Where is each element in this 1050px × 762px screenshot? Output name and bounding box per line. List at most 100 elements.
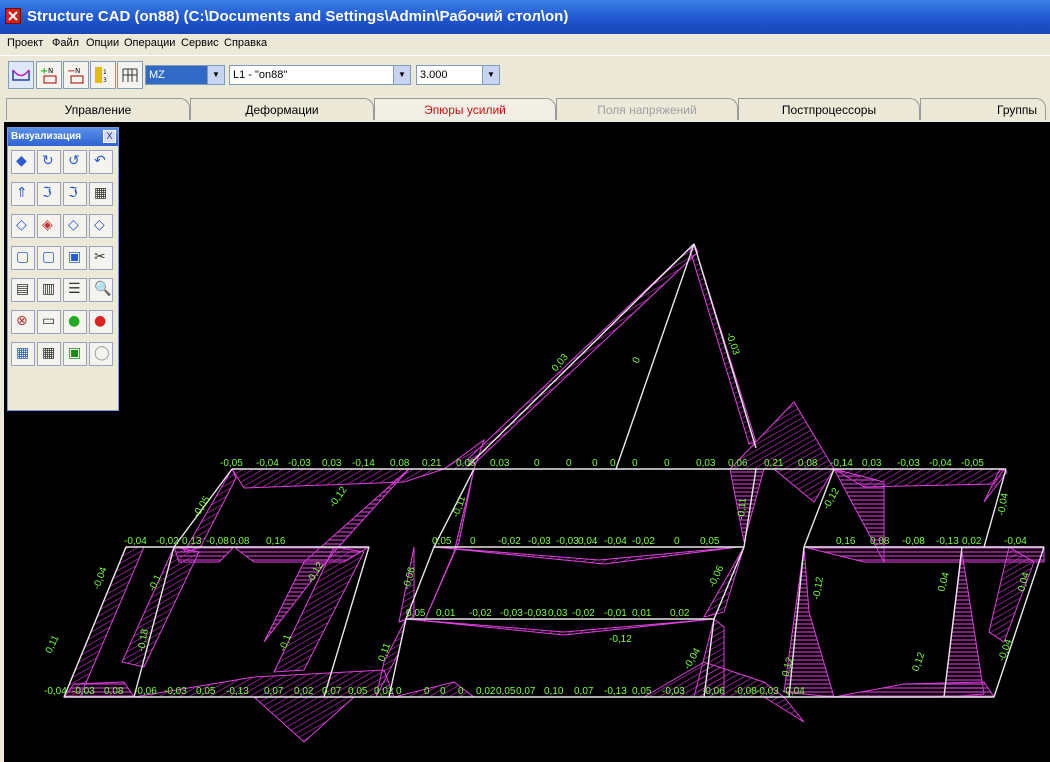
- app-icon[interactable]: [5, 8, 21, 24]
- row-mid-label: -0,02: [498, 536, 521, 547]
- load-select[interactable]: L1 - "on88" ▼: [229, 65, 411, 85]
- palette-button-26[interactable]: ▦: [37, 342, 61, 366]
- diagram-icon: [12, 69, 30, 81]
- palette-button-16[interactable]: ✂: [89, 246, 113, 270]
- row-mid-label: -0,03: [556, 536, 579, 547]
- tab-force-diagrams[interactable]: Эпюры усилий: [374, 98, 556, 120]
- diagonal-member-label: -0,12: [327, 484, 349, 509]
- palette-button-21[interactable]: ⊗: [11, 310, 35, 334]
- factor-select[interactable]: MZ ▼: [145, 65, 225, 85]
- grid-icon: [122, 68, 138, 82]
- chevron-down-icon[interactable]: ▼: [207, 66, 224, 84]
- rotate-z-icon: ↶: [94, 153, 106, 169]
- palette-button-10[interactable]: ◈: [37, 214, 61, 238]
- add-node-button[interactable]: + N: [36, 61, 62, 89]
- beam-bottom-diagram-5: [762, 696, 805, 723]
- palette-button-14[interactable]: ▢: [37, 246, 61, 270]
- scale-select[interactable]: 3.000 ▼: [416, 65, 500, 85]
- diagonal-member-label: -0,11: [736, 497, 749, 520]
- row-bottom-label: 0,05: [496, 686, 516, 697]
- tab-control[interactable]: Управление: [6, 98, 190, 120]
- palette-title: Визуализация: [8, 128, 118, 146]
- palette-button-20[interactable]: 🔍: [89, 278, 113, 302]
- palette-button-9[interactable]: ◇: [11, 214, 35, 238]
- layout-icon: ▤: [16, 281, 30, 297]
- palette-button-3[interactable]: ↺: [63, 150, 87, 174]
- frame-diagram: -0,05 -0,04 -0,03 0,03 -0,14 0,08 0,21 0,06 0,03…: [44, 242, 1045, 743]
- beam-bottom-diagram-6: [833, 681, 995, 698]
- palette-button-11[interactable]: ◇: [63, 214, 87, 238]
- chevron-down-icon[interactable]: ▼: [393, 66, 410, 84]
- row-bottom-label: 0: [440, 686, 446, 697]
- diagonal-member-label: -0,06: [401, 565, 418, 590]
- palette-button-17[interactable]: ▤: [11, 278, 35, 302]
- palette-button-4[interactable]: ↶: [89, 150, 113, 174]
- row-low-label: 0,01: [632, 608, 652, 619]
- tab-groups[interactable]: Группы: [920, 98, 1046, 120]
- row-bottom-label: -0,08: [734, 686, 757, 697]
- palette-button-8[interactable]: ▦: [89, 182, 113, 206]
- tab-deformations[interactable]: Деформации: [190, 98, 374, 120]
- remove-node-button[interactable]: − N: [63, 61, 89, 89]
- menu-file[interactable]: Файл: [52, 37, 79, 49]
- palette-button-25[interactable]: ▦: [11, 342, 35, 366]
- row-top-label: -0,05: [220, 458, 243, 469]
- palette-button-27[interactable]: ▣: [63, 342, 87, 366]
- row-bottom-label: -0,06: [702, 686, 725, 697]
- row-mid-label: 0,16: [836, 536, 856, 547]
- row-top-label: 0: [632, 458, 638, 469]
- row-bottom-label: -0,03: [662, 686, 685, 697]
- row-low-label: -0,02: [572, 608, 595, 619]
- palette-button-1[interactable]: ◆: [11, 150, 35, 174]
- row-top-label: 0,03: [696, 458, 716, 469]
- row-top-label: 0,21: [422, 458, 442, 469]
- palette-button-12[interactable]: ◇: [89, 214, 113, 238]
- rotate-x-icon: ↻: [42, 153, 54, 169]
- box-b-icon: ◈: [42, 217, 53, 233]
- menu-help[interactable]: Справка: [224, 37, 267, 49]
- palette-close-button[interactable]: X: [103, 130, 116, 143]
- row-mid-label: -0,08: [206, 536, 229, 547]
- tab-bar: Управление Деформации Эпюры усилий Поля …: [0, 96, 1050, 121]
- row-bottom-label: 0,08: [104, 686, 124, 697]
- menu-options[interactable]: Опции: [86, 37, 119, 49]
- chevron-down-icon[interactable]: ▼: [482, 66, 499, 84]
- columns-icon: ▥: [42, 281, 56, 297]
- row-low-label: -0,03: [500, 608, 523, 619]
- palette-button-7[interactable]: ℑ: [63, 182, 87, 206]
- palette-button-23[interactable]: ●: [63, 310, 87, 334]
- row-mid-label: -0,02: [156, 536, 179, 547]
- menu-service[interactable]: Сервис: [181, 37, 219, 49]
- reset-icon: ⊗: [16, 313, 28, 329]
- row-bottom-label: 0,05: [348, 686, 368, 697]
- menu-project[interactable]: Проект: [7, 37, 43, 49]
- tab-stress-fields[interactable]: Поля напряжений: [556, 98, 738, 120]
- svg-text:N: N: [48, 67, 53, 75]
- palette-button-24[interactable]: ●: [89, 310, 113, 334]
- menu-operations[interactable]: Операции: [124, 37, 175, 49]
- diagonal-member-label: 0,11: [44, 633, 62, 655]
- svg-text:3: 3: [103, 77, 107, 84]
- row-top-label: -0,14: [352, 458, 375, 469]
- palette-button-28[interactable]: ◯: [89, 342, 113, 366]
- drawing-canvas[interactable]: -0,05 -0,04 -0,03 0,03 -0,14 0,08 0,21 0,06 0,03…: [4, 122, 1050, 762]
- palette-button-6[interactable]: ℑ: [37, 182, 61, 206]
- row-mid-label: 0,02: [962, 536, 982, 547]
- palette-button-5[interactable]: ⇑: [11, 182, 35, 206]
- row-bottom-label: 0: [458, 686, 464, 697]
- palette-button-15[interactable]: ▣: [63, 246, 87, 270]
- row-bottom-label: 0,02: [374, 686, 394, 697]
- palette-button-22[interactable]: ▭: [37, 310, 61, 334]
- tab-postprocessors[interactable]: Постпроцессоры: [738, 98, 920, 120]
- moment-left-icon: ℑ: [42, 185, 52, 201]
- palette-button-13[interactable]: ▢: [11, 246, 35, 270]
- diagonal-member-label: 0,12: [910, 651, 927, 673]
- row-bottom-label: 0,02: [294, 686, 314, 697]
- grid-button[interactable]: [117, 61, 143, 89]
- row-top-label: 0,03: [322, 458, 342, 469]
- palette-button-19[interactable]: ☰: [63, 278, 87, 302]
- palette-button-2[interactable]: ↻: [37, 150, 61, 174]
- numbering-button[interactable]: 13: [90, 61, 116, 89]
- palette-button-18[interactable]: ▥: [37, 278, 61, 302]
- diagram-button[interactable]: [8, 61, 34, 89]
